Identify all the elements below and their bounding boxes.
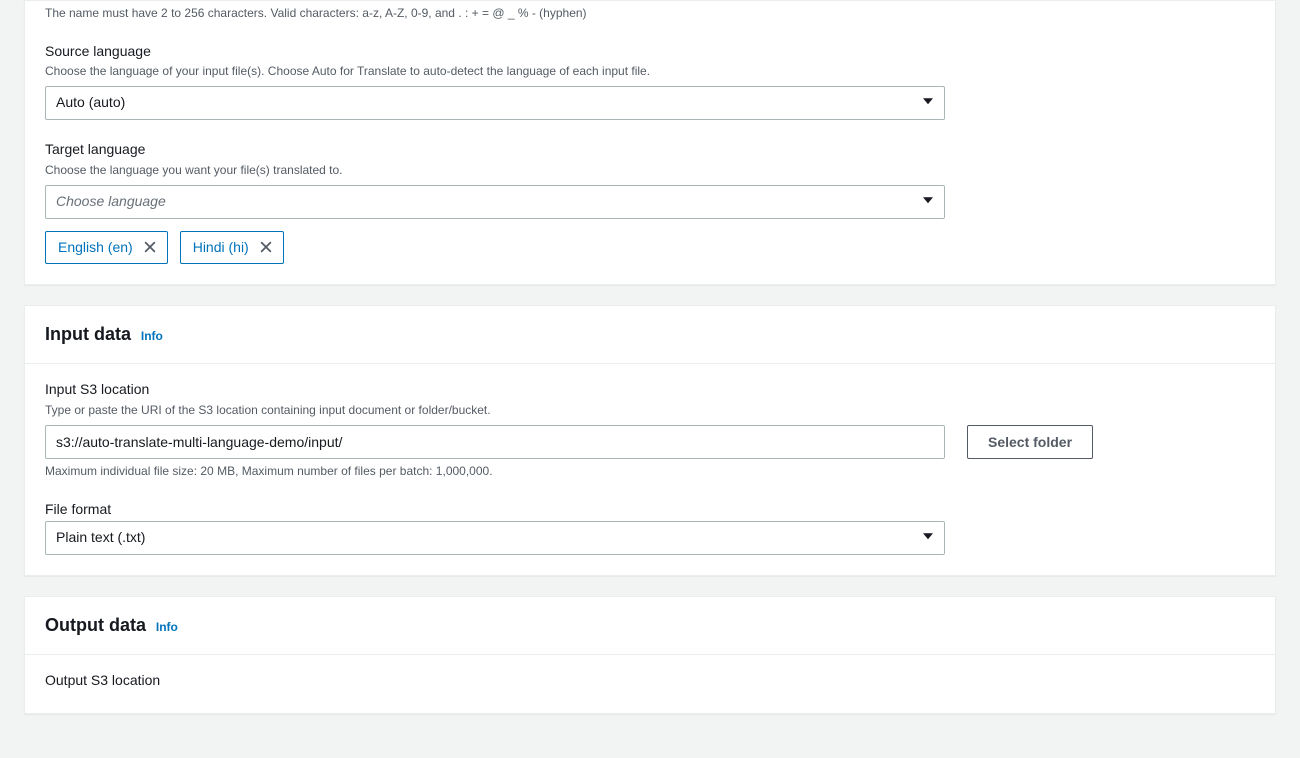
target-language-label: Target language [45,140,965,160]
name-constraint-text: The name must have 2 to 256 characters. … [45,5,1255,22]
tag-label: English (en) [58,238,133,258]
tag-label: Hindi (hi) [193,238,249,258]
file-format-value: Plain text (.txt) [56,528,145,548]
input-s3-desc: Type or paste the URI of the S3 location… [45,402,965,419]
output-data-title: Output data [45,615,146,635]
file-format-select[interactable]: Plain text (.txt) [45,521,945,555]
file-format-label: File format [45,500,965,520]
source-language-label: Source language [45,42,965,62]
output-data-panel: Output data Info Output S3 location [24,596,1276,714]
caret-down-icon [922,528,934,548]
input-data-panel: Input data Info Input S3 location Type o… [24,305,1276,576]
output-data-info-link[interactable]: Info [156,619,178,636]
source-language-value: Auto (auto) [56,93,125,113]
target-language-tag: English (en) [45,231,168,265]
job-settings-panel: The name must have 2 to 256 characters. … [24,0,1276,285]
output-s3-label: Output S3 location [45,671,965,691]
target-language-select[interactable]: Choose language [45,185,945,219]
source-language-select[interactable]: Auto (auto) [45,86,945,120]
target-language-tag: Hindi (hi) [180,231,284,265]
target-language-placeholder: Choose language [56,192,166,212]
input-data-info-link[interactable]: Info [141,328,163,345]
target-language-desc: Choose the language you want your file(s… [45,162,965,179]
caret-down-icon [922,93,934,113]
input-s3-input[interactable] [45,425,945,459]
remove-tag-icon[interactable] [259,240,273,254]
caret-down-icon [922,192,934,212]
input-s3-label: Input S3 location [45,380,965,400]
input-data-title: Input data [45,324,131,344]
remove-tag-icon[interactable] [143,240,157,254]
input-s3-constraint: Maximum individual file size: 20 MB, Max… [45,463,965,480]
source-language-desc: Choose the language of your input file(s… [45,63,965,80]
target-language-tags: English (en) Hindi (hi) [45,231,965,265]
select-folder-button[interactable]: Select folder [967,425,1093,459]
